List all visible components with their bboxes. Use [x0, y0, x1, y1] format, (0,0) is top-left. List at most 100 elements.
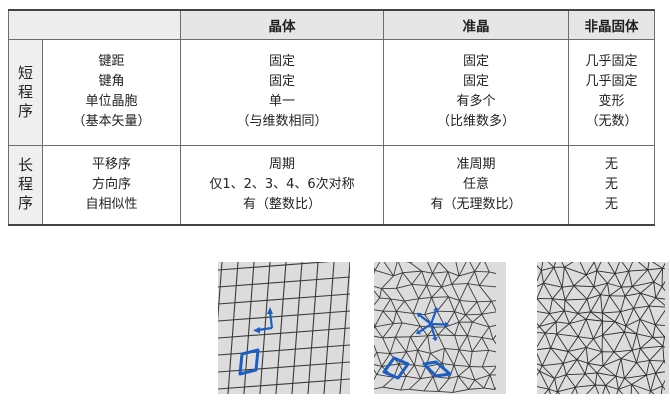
tile-edge [381, 275, 394, 289]
bond-line [561, 287, 566, 301]
cell-line: 固定 [462, 54, 489, 69]
cell-line: 固定 [268, 74, 295, 89]
tile-edge [481, 366, 491, 376]
bond-line [594, 384, 600, 394]
tile-edge [474, 270, 490, 273]
bond-line [615, 375, 625, 379]
tile-edge [459, 300, 466, 316]
tile-edge [441, 286, 449, 298]
lattice-line [227, 262, 239, 394]
comparison-table: 晶体 准晶 非晶固体 短 程 序 键距 键角 单位晶胞 （基本矢量） 固定 固定… [8, 9, 655, 226]
tile-edge [468, 387, 485, 390]
tile-edge [481, 337, 494, 340]
bond-line [593, 270, 598, 287]
bond-line [648, 297, 657, 307]
tile-edge [402, 272, 413, 285]
cell-line: （无数） [585, 114, 638, 129]
bond-line [555, 321, 558, 334]
tile-edge [467, 283, 478, 303]
tile-edge [489, 324, 496, 328]
row-long-range-order: 长 程 序 平移序 方向序 自相似性 周期 仅1、2、3、4、6次对称 有（整数… [8, 144, 655, 226]
lattice-line [218, 361, 350, 373]
bond-line [577, 313, 587, 320]
bond-line [640, 345, 663, 349]
tile-edge [411, 284, 420, 299]
bond-line [601, 312, 616, 322]
tile-edge [458, 335, 468, 351]
bond-line [618, 388, 624, 394]
lattice-line [218, 378, 350, 390]
bond-line [661, 286, 665, 292]
tile-edge [451, 275, 460, 285]
basis-vector-left [257, 326, 273, 332]
tile-edge [418, 285, 428, 299]
rowhead-char: 序 [17, 101, 33, 120]
bond-line [540, 270, 544, 284]
tile-edge [430, 347, 445, 354]
crystal-lattice-figure [218, 262, 350, 394]
bond-line [587, 351, 603, 364]
tile-edge [374, 267, 376, 271]
tile-edge [469, 366, 476, 381]
bond-line [541, 365, 555, 379]
bond-line [596, 365, 604, 374]
bond-line [547, 262, 555, 268]
bond-line [631, 286, 641, 294]
bond-line [537, 347, 551, 351]
tile-edge [390, 298, 405, 302]
tile-edge [418, 296, 432, 300]
cell-line: 自相似性 [85, 196, 138, 212]
bond-line [621, 286, 626, 297]
tile-edge [374, 323, 394, 328]
tile-edge [374, 344, 378, 353]
tile-edge [382, 386, 401, 391]
bond-line [577, 298, 588, 314]
tile-edge [374, 297, 381, 306]
bond-line [636, 348, 641, 363]
bond-line [662, 346, 665, 362]
bond-line [537, 352, 543, 366]
tile-edge [382, 336, 396, 339]
bond-line [564, 298, 588, 301]
bond-line [573, 274, 587, 287]
cell-line: 无 [604, 196, 618, 212]
cell-line: （比维数多） [436, 114, 515, 129]
tile-edge [445, 326, 456, 336]
tile-edge [417, 349, 431, 354]
tile-edge [465, 301, 478, 316]
tile-edge [467, 283, 480, 286]
cell-line: 准周期 [456, 156, 496, 172]
rowhead-char: 程 [17, 82, 33, 101]
cell-line: 单位晶胞 [85, 94, 138, 109]
bond-line [647, 262, 650, 270]
tile-edge [459, 283, 469, 301]
tile-edge [402, 270, 422, 274]
bond-line [650, 385, 663, 392]
tile-edge [376, 351, 391, 355]
tile-edge [374, 326, 376, 330]
bond-line [602, 311, 621, 314]
star-vector [430, 322, 446, 326]
tile-edge [376, 366, 383, 375]
bond-line [557, 391, 561, 394]
tile-edge [432, 376, 439, 392]
bond-line [639, 305, 650, 320]
bond-line [615, 376, 619, 390]
tile-edge [494, 387, 496, 390]
bond-line [574, 373, 586, 388]
tile-edge [488, 349, 496, 353]
bond-line [594, 372, 598, 386]
bond-line [628, 271, 633, 287]
bond-line [623, 331, 633, 351]
penrose-tiling-with-star-icon [374, 262, 496, 393]
lattice-line [243, 262, 255, 394]
tile-edge [458, 321, 468, 336]
lattice-line [307, 262, 319, 394]
tile-edge [376, 352, 383, 367]
bond-line [537, 332, 546, 348]
bond-line [648, 305, 656, 326]
bond-line [601, 351, 604, 366]
bond-line [637, 262, 649, 271]
tile-edge [397, 262, 404, 273]
bond-line [636, 333, 641, 349]
